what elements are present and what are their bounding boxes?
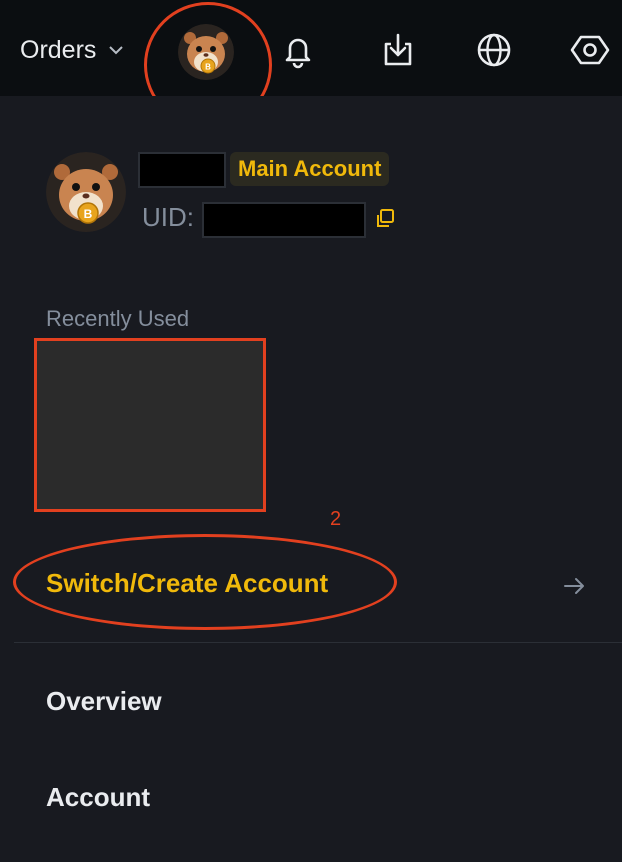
download-icon [384,33,412,66]
top-navigation-bar: Orders B [0,0,622,96]
switch-create-account-label: Switch/Create Account [46,568,329,598]
chevron-down-icon [109,46,124,55]
settings-button[interactable] [566,26,614,74]
recently-used-account-tile[interactable] [34,338,266,512]
nav-item-account[interactable]: Account [46,782,150,813]
redacted-username [138,152,226,188]
bell-icon [285,38,311,69]
settings-icon [570,35,610,65]
switch-create-account-button[interactable]: Switch/Create Account [0,548,622,624]
main-account-badge-label: Main Account [238,156,382,181]
menu-divider [14,642,622,643]
orders-label: Orders [20,35,97,64]
copy-icon[interactable] [374,208,396,230]
download-button[interactable] [374,26,422,74]
profile-avatar: B [46,152,126,232]
annotation-number-2: 2 [330,508,342,530]
svg-text:B: B [84,207,93,221]
uid-label: UID: [142,202,194,232]
orders-menu[interactable]: Orders [20,30,126,70]
svg-text:B: B [205,63,211,72]
nav-item-overview[interactable]: Overview [46,686,162,717]
notifications-button[interactable] [274,26,322,74]
globe-icon [477,33,511,67]
recently-used-label: Recently Used [46,306,190,331]
user-avatar-button[interactable]: B [178,24,234,80]
language-button[interactable] [470,26,518,74]
main-account-badge: Main Account [230,152,390,186]
hamster-avatar-icon: B [46,152,126,232]
arrow-right-icon [564,578,584,594]
hamster-avatar-icon: B [178,24,234,80]
redacted-uid [202,202,366,238]
